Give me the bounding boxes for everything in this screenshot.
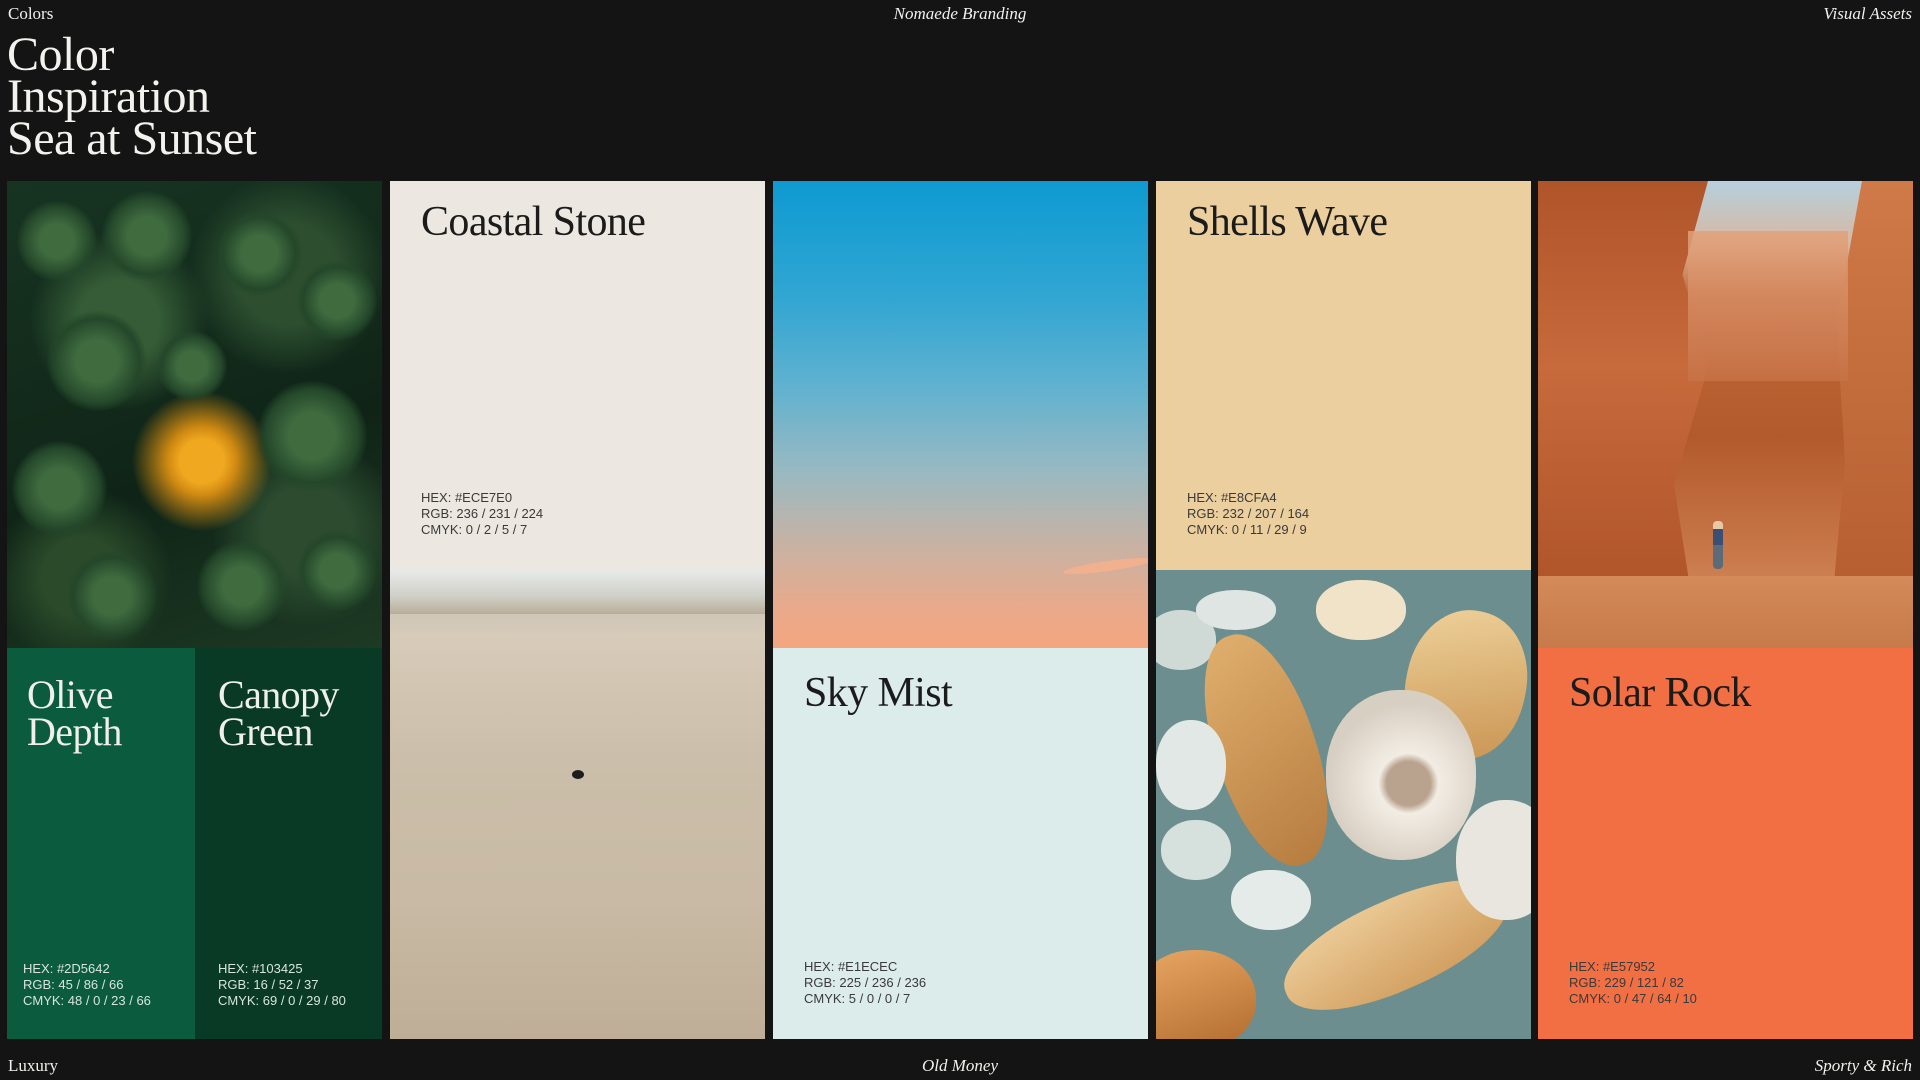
cmyk-code: CMYK: 0 / 47 / 64 / 10 xyxy=(1569,991,1697,1006)
hex-code: HEX: #ECE7E0 xyxy=(421,490,513,505)
hex-code: HEX: #2D5642 xyxy=(23,961,110,976)
canyon-photo-icon xyxy=(1538,181,1913,648)
rgb-code: RGB: 229 / 121 / 82 xyxy=(1569,975,1684,990)
bottom-bar: Luxury Old Money Sporty & Rich xyxy=(0,1052,1920,1080)
swatch-sky-mist[interactable]: Sky Mist HEX: #E1ECEC RGB: 225 / 236 / 2… xyxy=(773,648,1148,1039)
header-right-label[interactable]: Visual Assets xyxy=(1823,0,1912,28)
swatch-solar-rock[interactable]: Solar Rock HEX: #E57952 RGB: 229 / 121 /… xyxy=(1538,648,1913,1039)
hiker-icon xyxy=(1713,521,1723,569)
column-greens: Olive Depth HEX: #2D5642 RGB: 45 / 86 / … xyxy=(7,181,382,1039)
column-shells-wave: Shells Wave HEX: #E8CFA4 RGB: 232 / 207 … xyxy=(1156,181,1531,1039)
swatch-codes: HEX: #E8CFA4 RGB: 232 / 207 / 164 CMYK: … xyxy=(1187,490,1309,538)
rgb-code: RGB: 16 / 52 / 37 xyxy=(218,977,319,992)
swatch-name: Olive Depth xyxy=(27,672,122,754)
beetle-icon xyxy=(572,770,584,779)
hex-code: HEX: #E57952 xyxy=(1569,959,1656,974)
footer-right-label[interactable]: Sporty & Rich xyxy=(1815,1052,1912,1080)
swatch-codes: HEX: #E1ECEC RGB: 225 / 236 / 236 CMYK: … xyxy=(804,959,926,1007)
swatch-name: Shells Wave xyxy=(1187,199,1388,245)
swatch-canopy-green[interactable]: Canopy Green HEX: #103425 RGB: 16 / 52 /… xyxy=(195,648,382,1039)
swatch-name-line-2: Depth xyxy=(27,709,122,754)
cmyk-code: CMYK: 69 / 0 / 29 / 80 xyxy=(218,993,346,1008)
cmyk-code: CMYK: 48 / 0 / 23 / 66 xyxy=(23,993,151,1008)
swatch-codes: HEX: #2D5642 RGB: 45 / 86 / 66 CMYK: 48 … xyxy=(23,961,151,1009)
swatch-name-line-2: Green xyxy=(218,709,313,754)
footer-center-label[interactable]: Old Money xyxy=(0,1052,1920,1080)
swatch-codes: HEX: #ECE7E0 RGB: 236 / 231 / 224 CMYK: … xyxy=(421,490,543,538)
swatch-codes: HEX: #E57952 RGB: 229 / 121 / 82 CMYK: 0… xyxy=(1569,959,1697,1007)
forest-photo-icon xyxy=(7,181,382,648)
swatch-shells-wave[interactable]: Shells Wave HEX: #E8CFA4 RGB: 232 / 207 … xyxy=(1156,181,1531,570)
swatch-name: Sky Mist xyxy=(804,670,953,716)
hex-code: HEX: #103425 xyxy=(218,961,303,976)
swatch-name: Canopy Green xyxy=(218,672,339,754)
rgb-code: RGB: 45 / 86 / 66 xyxy=(23,977,124,992)
swatch-coastal-stone[interactable]: Coastal Stone HEX: #ECE7E0 RGB: 236 / 23… xyxy=(390,181,765,570)
cmyk-code: CMYK: 0 / 2 / 5 / 7 xyxy=(421,522,528,537)
column-coastal-stone: Coastal Stone HEX: #ECE7E0 RGB: 236 / 23… xyxy=(390,181,765,1039)
sand-photo-icon xyxy=(390,570,765,1039)
rgb-code: RGB: 236 / 231 / 224 xyxy=(421,506,544,521)
rgb-code: RGB: 225 / 236 / 236 xyxy=(804,975,927,990)
swatch-name-line-1: Olive xyxy=(27,672,113,717)
swatch-name: Coastal Stone xyxy=(421,199,646,245)
page-title: Color Inspiration Sea at Sunset xyxy=(7,31,257,165)
header-center-label[interactable]: Nomaede Branding xyxy=(0,0,1920,28)
cloud-icon xyxy=(1062,554,1148,578)
column-sky-mist: Sky Mist HEX: #E1ECEC RGB: 225 / 236 / 2… xyxy=(773,181,1148,1039)
shells-photo-icon xyxy=(1156,570,1531,1039)
swatch-olive-depth[interactable]: Olive Depth HEX: #2D5642 RGB: 45 / 86 / … xyxy=(7,648,195,1039)
rgb-code: RGB: 232 / 207 / 164 xyxy=(1187,506,1310,521)
cmyk-code: CMYK: 5 / 0 / 0 / 7 xyxy=(804,991,911,1006)
color-grid: Olive Depth HEX: #2D5642 RGB: 45 / 86 / … xyxy=(7,181,1913,1039)
cmyk-code: CMYK: 0 / 11 / 29 / 9 xyxy=(1187,522,1307,537)
swatch-name-line-1: Canopy xyxy=(218,672,339,717)
hex-code: HEX: #E1ECEC xyxy=(804,959,898,974)
swatch-name: Solar Rock xyxy=(1569,670,1751,716)
hex-code: HEX: #E8CFA4 xyxy=(1187,490,1277,505)
sky-photo-icon xyxy=(773,181,1148,648)
page-title-line-3: Sea at Sunset xyxy=(7,112,257,165)
column-solar-rock: Solar Rock HEX: #E57952 RGB: 229 / 121 /… xyxy=(1538,181,1913,1039)
swatch-codes: HEX: #103425 RGB: 16 / 52 / 37 CMYK: 69 … xyxy=(218,961,346,1009)
top-bar: Colors Nomaede Branding Visual Assets xyxy=(0,0,1920,28)
